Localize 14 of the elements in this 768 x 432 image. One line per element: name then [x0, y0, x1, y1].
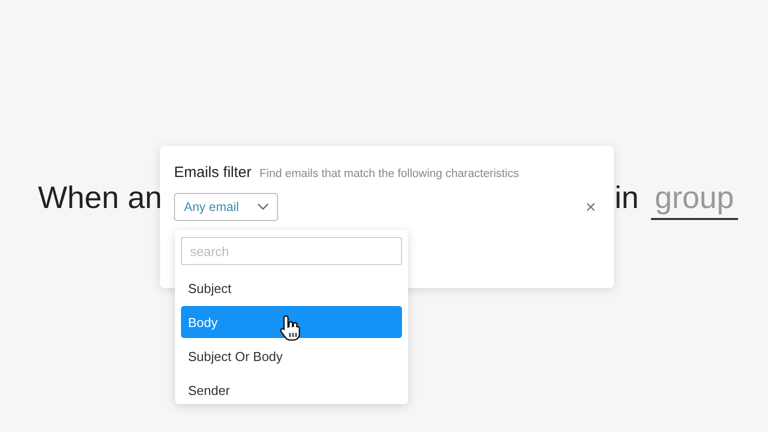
dialog-subtitle: Find emails that match the following characteristics — [260, 168, 520, 180]
group-link[interactable]: group — [650, 180, 738, 220]
close-button[interactable]: × — [581, 196, 600, 218]
dropdown-option[interactable]: Body — [181, 306, 402, 338]
dropdown-option[interactable]: Subject — [181, 272, 402, 304]
sentence-text: When an — [38, 180, 162, 216]
dropdown-option[interactable]: Sender — [181, 374, 402, 404]
sentence-text: in — [614, 180, 639, 216]
dropdown-option[interactable]: Subject Or Body — [181, 340, 402, 372]
dialog-title: Emails filter — [174, 164, 252, 181]
hand-cursor-icon — [279, 314, 303, 342]
chevron-icon — [256, 203, 269, 211]
search-field[interactable]: search — [181, 237, 402, 265]
email-select[interactable]: Any email — [174, 193, 278, 221]
